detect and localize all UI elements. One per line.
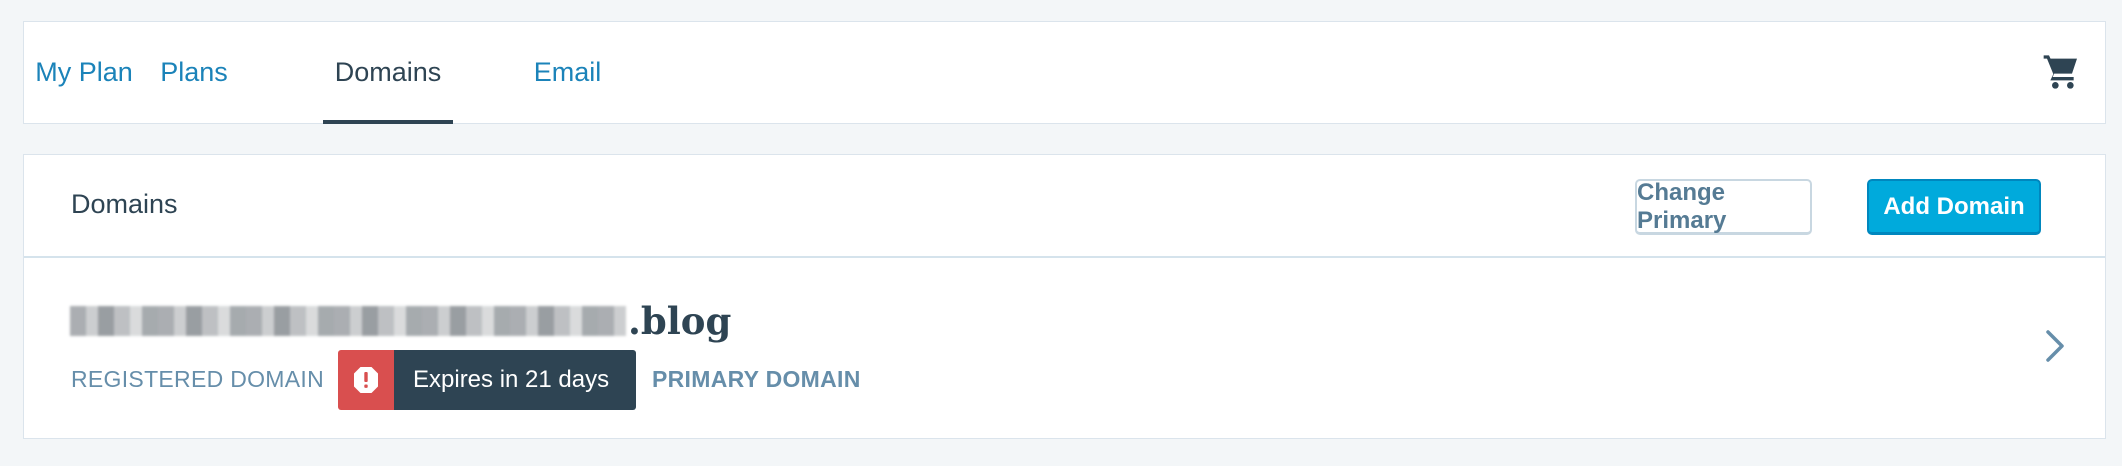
add-domain-button[interactable]: Add Domain: [1867, 179, 2041, 235]
domains-card: Domains Change Primary Add Domain .blog …: [23, 154, 2106, 439]
domain-list-item[interactable]: .blog REGISTERED DOMAIN Expires in 21 da…: [24, 260, 2105, 438]
registered-domain-label: REGISTERED DOMAIN: [71, 366, 325, 392]
card-header: Domains Change Primary Add Domain: [24, 155, 2105, 258]
change-primary-button[interactable]: Change Primary: [1635, 179, 1812, 235]
cart-icon[interactable]: [2042, 52, 2082, 92]
redacted-domain-text: [70, 306, 626, 336]
tab-domains[interactable]: Domains: [323, 22, 453, 124]
tab-my-plan[interactable]: My Plan: [24, 22, 144, 123]
domain-tld: .blog: [628, 299, 732, 343]
tab-plans[interactable]: Plans: [146, 22, 242, 123]
alert-icon: [338, 350, 394, 410]
section-nav: My Plan Plans Domains Email: [23, 21, 2106, 124]
chevron-right-icon[interactable]: [2039, 326, 2069, 366]
expiry-text: Expires in 21 days: [394, 350, 636, 410]
primary-domain-label: PRIMARY DOMAIN: [652, 366, 861, 392]
tab-email[interactable]: Email: [525, 22, 610, 123]
domain-name: .blog: [70, 298, 731, 344]
card-title: Domains: [71, 189, 178, 219]
expiry-notice: Expires in 21 days: [338, 350, 636, 410]
